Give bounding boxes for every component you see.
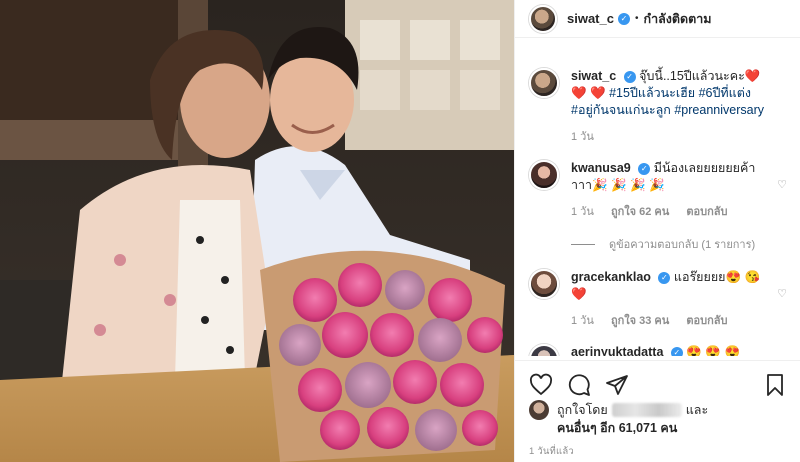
- small-heart-icon[interactable]: ♡: [777, 178, 787, 191]
- reply-button[interactable]: ตอบกลับ: [686, 206, 727, 218]
- comment-icon[interactable]: [567, 373, 591, 397]
- caption-text: จุ๊บนี้..15ปีแล้วนะคะ: [639, 69, 745, 83]
- caption-avatar[interactable]: [529, 68, 559, 98]
- liker-avatar[interactable]: [529, 400, 549, 420]
- posted-time[interactable]: 1 วันที่แล้ว: [529, 444, 574, 459]
- comment-likes[interactable]: ถูกใจ 33 คน: [611, 315, 669, 327]
- liker-username-blurred[interactable]: [611, 403, 682, 417]
- comment-time[interactable]: 1 วัน: [571, 206, 594, 218]
- liked-by-prefix: ถูกใจโดย: [557, 402, 608, 417]
- caption: siwat_c ✓ จุ๊บนี้..15ปีแล้วนะคะ❤️ ❤️ ❤️ …: [529, 68, 787, 146]
- verified-badge-icon: ✓: [658, 271, 671, 284]
- liked-by-and: และ: [685, 402, 709, 417]
- caption-meta: 1 วัน: [571, 129, 771, 146]
- likes-section: ถูกใจโดย และ คนอื่นๆ อีก 61,071 คน: [529, 400, 786, 437]
- post-side-panel: siwat_c ✓ • กำลังติดตาม siwat_c ✓ จุ๊บนี…: [514, 0, 800, 462]
- comment-username[interactable]: kwanusa9: [571, 161, 631, 175]
- comment-meta: 1 วัน ถูกใจ 62 คน ตอบกลับ: [571, 204, 771, 221]
- small-heart-icon[interactable]: ♡: [777, 287, 787, 300]
- action-bar: [515, 360, 800, 402]
- comment-emojis: 🎉 🎉 🎉 🎉: [592, 178, 665, 192]
- bookmark-icon[interactable]: [763, 373, 787, 397]
- comment-item: kwanusa9 ✓ มีน้องเลยยยยยยค้าาาา🎉 🎉 🎉 🎉 1…: [529, 160, 787, 221]
- verified-badge-icon: ✓: [623, 70, 636, 83]
- verified-badge-icon: ✓: [670, 346, 683, 356]
- heart-icon[interactable]: [529, 373, 553, 397]
- author-avatar[interactable]: [529, 4, 557, 33]
- verified-badge-icon: ✓: [617, 12, 630, 25]
- replies-line: [571, 243, 595, 245]
- others-count[interactable]: คนอื่นๆ อีก 61,071 คน: [557, 420, 786, 437]
- comment-avatar[interactable]: [529, 269, 559, 299]
- caption-time[interactable]: 1 วัน: [571, 131, 594, 143]
- post-header: siwat_c ✓ • กำลังติดตาม: [515, 0, 800, 38]
- comment-emojis: 😍 😍 😍: [686, 345, 741, 356]
- caption-username[interactable]: siwat_c: [571, 69, 616, 83]
- comment-avatar[interactable]: [529, 344, 559, 356]
- verified-badge-icon: ✓: [638, 162, 651, 175]
- follow-status-button[interactable]: กำลังติดตาม: [644, 9, 712, 29]
- comment-username[interactable]: aerinyuktadatta: [571, 345, 663, 356]
- comment-item: gracekanklao ✓ แอร๊ยยยย😍 😘 ❤️ 1 วัน ถูกใ…: [529, 269, 787, 330]
- comment-avatar[interactable]: [529, 160, 559, 190]
- comment-meta: 1 วัน ถูกใจ 33 คน ตอบกลับ: [571, 313, 771, 330]
- post-photo[interactable]: [0, 0, 514, 462]
- comments-list[interactable]: siwat_c ✓ จุ๊บนี้..15ปีแล้วนะคะ❤️ ❤️ ❤️ …: [515, 56, 800, 356]
- view-replies-button[interactable]: ดูข้อความตอบกลับ (1 รายการ): [571, 235, 787, 253]
- comment-item: aerinyuktadatta ✓ 😍 😍 😍: [529, 344, 787, 356]
- comment-time[interactable]: 1 วัน: [571, 315, 594, 327]
- separator-dot: •: [634, 13, 639, 24]
- comment-text: แอร๊ยยยย: [673, 270, 726, 284]
- view-replies-label[interactable]: ดูข้อความตอบกลับ (1 รายการ): [609, 235, 755, 253]
- share-icon[interactable]: [605, 373, 629, 397]
- author-username[interactable]: siwat_c: [567, 11, 614, 26]
- reply-button[interactable]: ตอบกลับ: [686, 315, 727, 327]
- comment-username[interactable]: gracekanklao: [571, 270, 651, 284]
- comment-likes[interactable]: ถูกใจ 62 คน: [611, 206, 669, 218]
